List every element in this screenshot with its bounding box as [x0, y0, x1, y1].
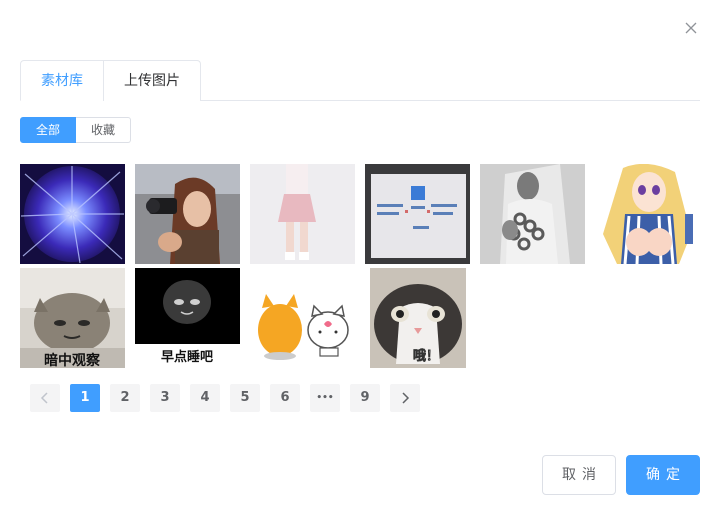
- pagination-page-6[interactable]: 6: [270, 384, 300, 412]
- image-girl-pink-skirt[interactable]: [250, 164, 355, 264]
- pagination-page-9[interactable]: 9: [350, 384, 380, 412]
- image-cat-meme[interactable]: 暗中观察: [20, 268, 125, 368]
- filter-favorites-button[interactable]: 收藏: [76, 117, 131, 143]
- tab-upload-image[interactable]: 上传图片: [103, 60, 201, 101]
- image-whiteboard[interactable]: [365, 164, 470, 264]
- image-anime-girl[interactable]: [595, 164, 700, 264]
- filter-radio-group: 全部 收藏: [20, 117, 131, 143]
- chevron-right-icon: [402, 392, 410, 404]
- image-girl-with-camera[interactable]: [135, 164, 240, 264]
- chevron-left-icon: [40, 392, 48, 404]
- cat-meme-caption: 暗中观察: [44, 352, 101, 368]
- pagination-prev-button[interactable]: [30, 384, 60, 412]
- tab-bar: 素材库 上传图片: [20, 60, 700, 101]
- pagination-page-4[interactable]: 4: [190, 384, 220, 412]
- pagination-page-2[interactable]: 2: [110, 384, 140, 412]
- close-button[interactable]: [681, 18, 701, 38]
- image-purple-explosion[interactable]: [20, 164, 125, 264]
- sleep-meme-caption: 早点睡吧: [161, 349, 213, 365]
- pagination-page-1[interactable]: 1: [70, 384, 100, 412]
- image-cartoon-cats[interactable]: [250, 268, 355, 368]
- pagination-ellipsis[interactable]: •••: [310, 384, 340, 412]
- cancel-button[interactable]: 取消: [542, 455, 616, 495]
- image-sleep-meme[interactable]: 早点睡吧: [135, 268, 240, 368]
- image-cat-closeup[interactable]: 哦！: [370, 268, 466, 368]
- image-man-with-chains[interactable]: [480, 164, 585, 264]
- cat-closeup-caption: 哦！: [413, 348, 439, 364]
- pagination-next-button[interactable]: [390, 384, 420, 412]
- confirm-button[interactable]: 确定: [626, 455, 700, 495]
- tab-material-library[interactable]: 素材库: [20, 60, 104, 101]
- pagination-page-5[interactable]: 5: [230, 384, 260, 412]
- pagination-page-3[interactable]: 3: [150, 384, 180, 412]
- close-icon: [685, 22, 697, 34]
- filter-all-button[interactable]: 全部: [20, 117, 76, 143]
